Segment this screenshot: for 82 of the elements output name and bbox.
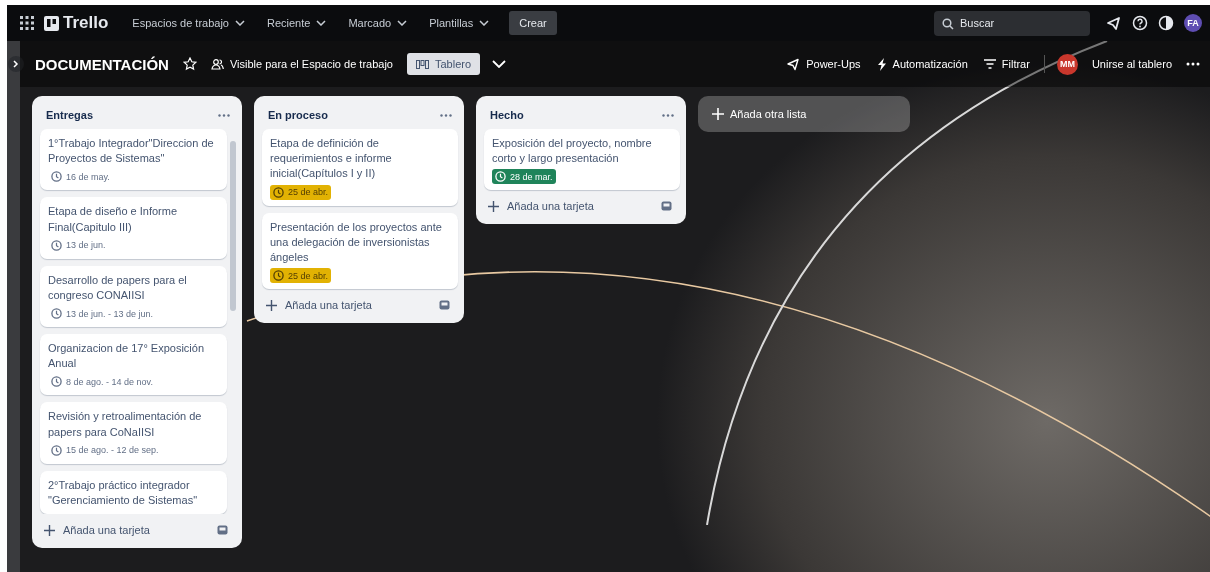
plus-icon <box>712 108 724 120</box>
task-card[interactable]: Etapa de diseño e Informe Final(Capitulo III) 13 de jun. <box>40 197 227 259</box>
add-card-button[interactable]: Añada una tarjeta <box>42 522 152 539</box>
card-title: Desarrollo de papers para el congreso CONAIISI <box>48 272 188 303</box>
app-logo[interactable]: Trello <box>63 13 109 33</box>
template-icon[interactable] <box>439 300 450 311</box>
more-icon[interactable] <box>1186 62 1200 66</box>
card-title: Revisión y retroalimentación de papers para CoNaIISI <box>48 409 203 440</box>
clock-icon <box>51 308 62 320</box>
app-grid-icon[interactable] <box>20 16 34 30</box>
add-list-button[interactable]: Añada otra lista <box>698 96 910 132</box>
task-card[interactable]: Exposición del proyecto, nombre corto y largo presentación 28 de mar. <box>484 129 680 191</box>
clock-icon <box>51 239 62 251</box>
nav-menu[interactable]: Plantillas <box>423 13 496 33</box>
template-icon[interactable] <box>661 201 672 212</box>
card-title: 1°Trabajo Integrador"Direccion de Proyectos de Sistemas" <box>48 136 215 167</box>
card-title: 2°Trabajo práctico integrador "Gerenciamiento de Sistemas" <box>48 477 199 508</box>
card-title: Presentación de los proyectos ante una delegación de inversionistas ángeles <box>270 219 443 265</box>
filter-icon <box>983 59 996 69</box>
help-icon[interactable] <box>1132 15 1148 31</box>
list-title[interactable]: Entregas <box>46 109 94 121</box>
plus-icon <box>488 200 499 212</box>
card-title: Exposición del proyecto, nombre corto y largo presentación <box>492 136 653 167</box>
task-card[interactable]: 2°Trabajo práctico integrador "Gerenciamiento de Sistemas" <box>40 470 227 515</box>
people-icon <box>210 57 224 71</box>
plus-icon <box>266 299 277 311</box>
board-logo-icon <box>44 15 59 31</box>
power-ups-button[interactable]: Power-Ups <box>785 53 863 75</box>
due-date-label: 15 de ago. - 12 de sep. <box>48 442 162 458</box>
board-title[interactable]: DOCUMENTACIÓN <box>35 55 169 73</box>
nav-menu[interactable]: Marcado <box>342 13 414 33</box>
theme-icon[interactable] <box>1158 15 1174 31</box>
due-date-label: 8 de ago. - 14 de nov. <box>48 374 156 390</box>
automation-button[interactable]: Automatización <box>874 53 970 75</box>
add-card-button[interactable]: Añada una tarjeta <box>486 198 596 215</box>
chevron-down-icon[interactable] <box>492 60 507 68</box>
member-avatar[interactable]: MM <box>1056 53 1078 75</box>
task-card[interactable]: Revisión y retroalimentación de papers para CoNaIISI 15 de ago. - 12 de sep. <box>40 402 227 464</box>
nav-menu[interactable]: Espacios de trabajo <box>126 13 251 33</box>
nav-menu[interactable]: Reciente <box>261 13 333 33</box>
filter-button[interactable]: Filtrar <box>981 54 1032 74</box>
user-avatar[interactable]: FA <box>1184 14 1202 32</box>
task-card[interactable]: 1°Trabajo Integrador"Direccion de Proyectos de Sistemas" 16 de may. <box>40 129 227 191</box>
task-card[interactable]: Desarrollo de papers para el congreso CONAIISI 13 de jun. - 13 de jun. <box>40 265 227 328</box>
chevron-down-icon <box>397 20 408 26</box>
clock-icon <box>273 186 284 198</box>
task-card[interactable]: Etapa de definición de requerimientos e informe inicial(Capítulos I y II) 25 de abr. <box>262 129 458 206</box>
list-title[interactable]: Hecho <box>490 109 524 121</box>
create-button[interactable]: Crear <box>509 11 557 35</box>
clock-icon <box>51 376 62 388</box>
clock-icon <box>273 270 284 282</box>
due-date-badge: 28 de mar. <box>492 169 556 185</box>
chevron-down-icon <box>479 20 490 26</box>
card-title: Organizacion de 17° Exposición Anual <box>48 341 206 372</box>
due-date-label: 16 de may. <box>48 169 113 185</box>
clock-icon <box>495 171 506 183</box>
card-title: Etapa de diseño e Informe Final(Capitulo III) <box>48 204 179 235</box>
board-columns-icon <box>415 59 429 69</box>
lightning-icon <box>876 57 887 71</box>
due-date-badge: 25 de abr. <box>270 268 332 284</box>
plus-icon <box>44 524 55 536</box>
board-view-tab[interactable]: Tablero <box>406 53 481 75</box>
chevron-right-icon <box>13 60 19 68</box>
due-date-label: 13 de jun. - 13 de jun. <box>48 306 157 322</box>
chevron-down-icon <box>235 20 245 26</box>
join-board-button[interactable]: Unirse al tablero <box>1089 54 1174 74</box>
task-card[interactable]: Presentación de los proyectos ante una delegación de inversionistas ángeles 25 de abr. <box>262 212 458 290</box>
visibility-button[interactable]: Visible para el Espacio de trabajo <box>208 53 395 75</box>
task-card[interactable]: Organizacion de 17° Exposición Anual 8 de ago. - 14 de nov. <box>40 334 227 396</box>
expand-sidebar-button[interactable] <box>8 56 24 72</box>
due-date-label: 13 de jun. <box>48 237 109 253</box>
template-icon[interactable] <box>217 525 228 536</box>
star-icon[interactable] <box>182 57 197 71</box>
list-title[interactable]: En proceso <box>268 109 328 121</box>
due-date-badge: 25 de abr. <box>270 184 332 200</box>
clock-icon <box>51 171 62 183</box>
search-field[interactable]: Buscar <box>934 10 1090 36</box>
add-card-button[interactable]: Añada una tarjeta <box>264 297 374 314</box>
chevron-down-icon <box>316 20 327 26</box>
card-title: Etapa de definición de requerimientos e informe inicial(Capítulos I y II) <box>270 136 393 182</box>
clock-icon <box>51 444 62 456</box>
scrollbar[interactable] <box>230 141 236 311</box>
